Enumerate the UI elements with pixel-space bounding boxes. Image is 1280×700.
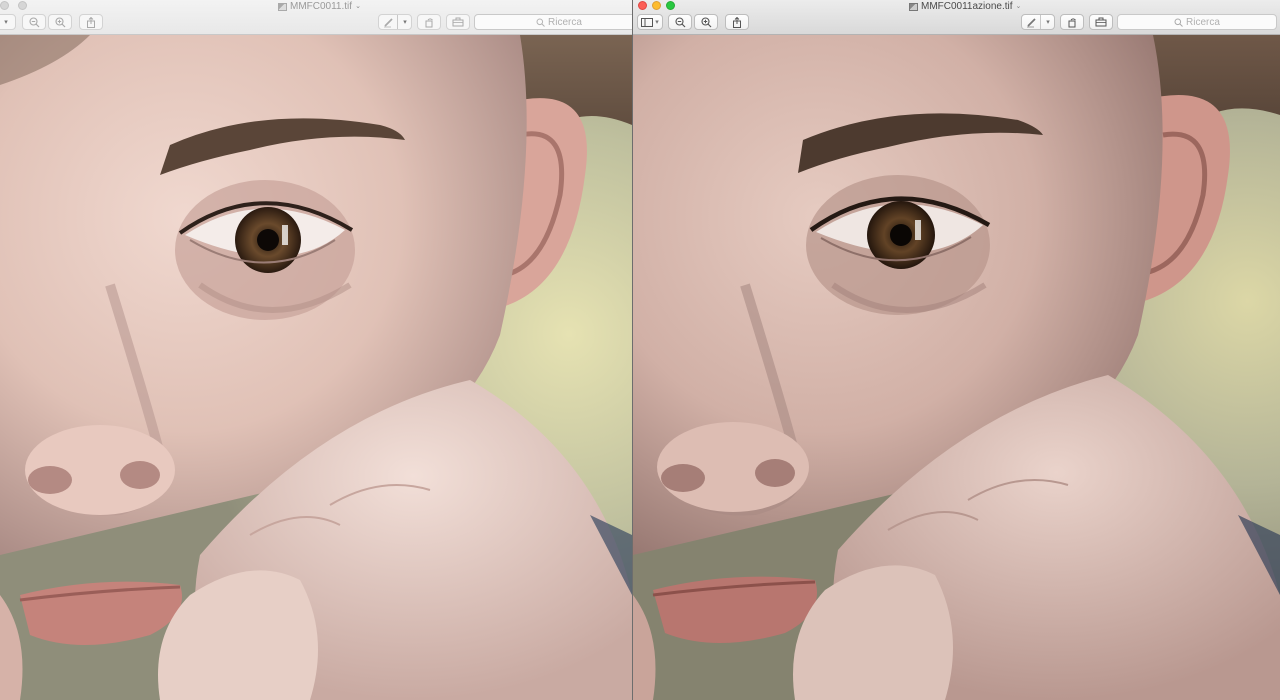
pen-icon (384, 17, 393, 27)
document-icon (909, 2, 918, 11)
photo-canvas[interactable] (633, 35, 1280, 700)
magnifier-icon (1174, 18, 1183, 27)
window-title-text: MMFC0011.tif (290, 1, 353, 12)
zoom-window-button[interactable] (666, 1, 675, 10)
photo-canvas[interactable] (0, 35, 632, 700)
markup-button[interactable]: ▾ (1021, 14, 1055, 30)
rotate-button[interactable] (1060, 14, 1084, 30)
toolbox-button[interactable] (1089, 14, 1113, 30)
share-button[interactable] (79, 14, 103, 30)
zoom-in-icon (54, 16, 65, 27)
toolbox-icon (452, 17, 464, 27)
share-button[interactable] (725, 14, 749, 30)
minimize-button[interactable] (18, 1, 27, 10)
window-toolbar: MMFC0011azione.tif ⌄ ▾ ▾ Ricerca (633, 0, 1280, 35)
search-field[interactable]: Ricerca (1117, 14, 1277, 30)
window-title[interactable]: MMFC0011azione.tif ⌄ (909, 0, 1021, 13)
window-title-text: MMFC0011azione.tif (921, 1, 1013, 12)
toolbox-icon (1095, 17, 1107, 27)
search-placeholder: Ricerca (548, 16, 582, 28)
portrait-image (633, 35, 1280, 700)
minimize-button[interactable] (652, 1, 661, 10)
sidebar-icon (641, 17, 654, 27)
close-button[interactable] (0, 1, 9, 10)
chevron-down-icon: ⌄ (355, 3, 361, 10)
sidebar-toggle-button[interactable]: ▾ (637, 14, 663, 30)
window-title[interactable]: MMFC0011.tif ⌄ (278, 0, 361, 13)
window-toolbar: MMFC0011.tif ⌄ ▾ ▾ Ricerca (0, 0, 632, 35)
search-field[interactable]: Ricerca (474, 14, 632, 30)
chevron-down-icon: ⌄ (1015, 3, 1022, 10)
rotate-icon (425, 17, 433, 27)
document-icon (278, 2, 287, 11)
chevron-down-icon: ▾ (403, 19, 407, 26)
sidebar-toggle-button[interactable]: ▾ (0, 14, 16, 30)
chevron-down-icon: ▾ (1046, 19, 1050, 26)
chevron-down-icon: ▾ (4, 19, 8, 26)
share-icon (733, 16, 741, 28)
markup-button[interactable]: ▾ (378, 14, 412, 30)
preview-window-left[interactable]: MMFC0011.tif ⌄ ▾ ▾ Ricerca (0, 0, 632, 700)
rotate-icon (1068, 17, 1076, 27)
rotate-button[interactable] (417, 14, 441, 30)
chevron-down-icon: ▾ (655, 19, 659, 26)
share-icon (87, 16, 95, 28)
portrait-image (0, 35, 632, 700)
toolbox-button[interactable] (446, 14, 470, 30)
pen-icon (1027, 17, 1036, 27)
desktop: MMFC0011.tif ⌄ ▾ ▾ Ricerca MMFC0011azion… (0, 0, 1280, 700)
zoom-out-button[interactable] (22, 14, 46, 30)
zoom-in-button[interactable] (48, 14, 72, 30)
preview-window-right[interactable]: MMFC0011azione.tif ⌄ ▾ ▾ Ricerca (633, 0, 1280, 700)
zoom-in-button[interactable] (694, 14, 718, 30)
zoom-out-icon (28, 16, 39, 27)
zoom-out-button[interactable] (668, 14, 692, 30)
zoom-out-icon (674, 16, 685, 27)
magnifier-icon (536, 18, 545, 27)
search-placeholder: Ricerca (1186, 16, 1220, 28)
close-button[interactable] (638, 1, 647, 10)
zoom-in-icon (700, 16, 711, 27)
